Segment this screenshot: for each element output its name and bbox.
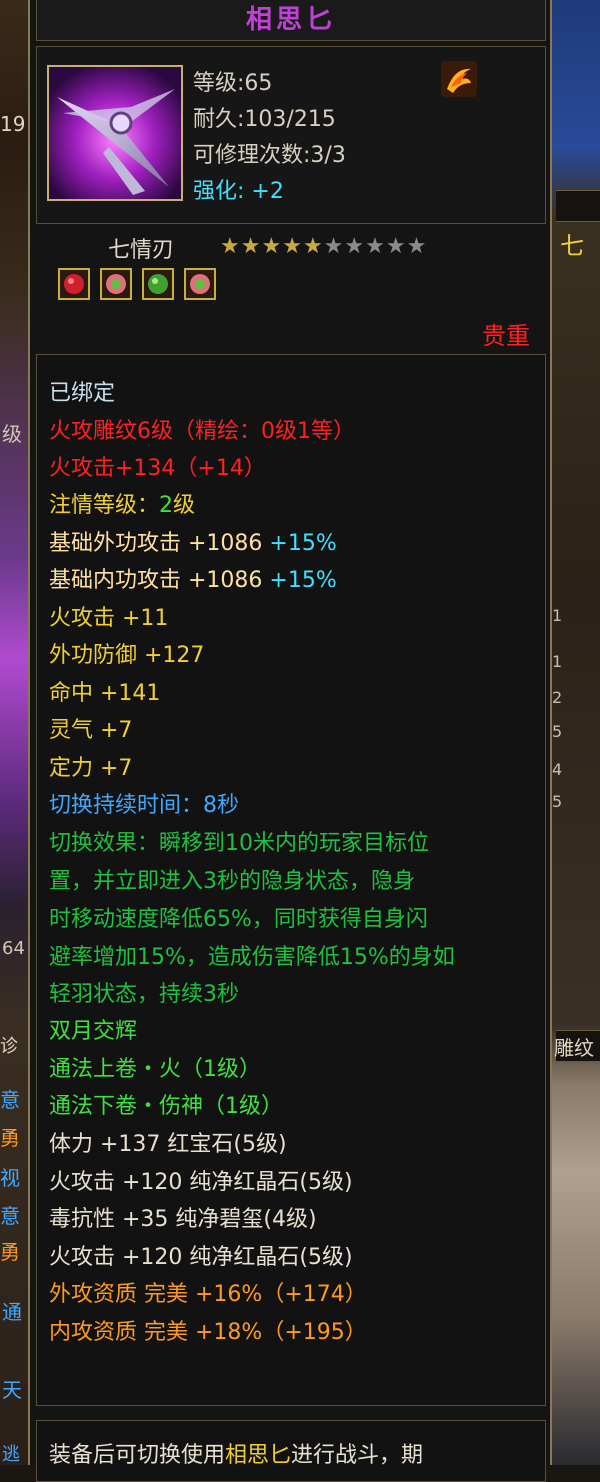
item-durability: 耐久:103/215 <box>193 107 336 132</box>
star-empty-icon: ★ <box>406 234 428 259</box>
background-right-text: 5 <box>552 722 563 741</box>
description-item-name: 相思匕 <box>225 1443 292 1468</box>
gem-line: 火攻击 +120 纯净红晶石(5级) <box>49 1245 353 1270</box>
attribute-label: 基础内功攻击 +1086 <box>49 568 270 593</box>
star-empty-icon: ★ <box>365 234 386 259</box>
item-enhance: 强化: +2 <box>193 173 284 205</box>
background-left-text: 勇 <box>0 1240 20 1264</box>
background-left-text: 意 <box>0 1204 20 1228</box>
star-filled-icon: ★ <box>282 234 303 259</box>
switch-effect-line: 避率增加15%，造成伤害降低15%的身如 <box>49 945 455 970</box>
attribute-line: 火攻击 +11 <box>49 606 169 631</box>
background-left-text: 天 <box>2 1378 22 1402</box>
item-level: 等级:65 <box>193 71 273 96</box>
gem-line: 体力 +137 红宝石(5级) <box>49 1132 287 1157</box>
background-right-strip <box>556 190 600 222</box>
star-filled-icon: ★ <box>261 234 283 259</box>
attribute-line: 命中 +141 <box>49 681 161 706</box>
attribute-bonus: +15% <box>269 568 337 593</box>
aptitude-line: 外攻资质 完美 +16%（+174） <box>49 1282 367 1307</box>
description-text: 装备后可切换使用 <box>49 1443 226 1468</box>
item-repair-count: 可修理次数:3/3 <box>193 143 346 168</box>
item-description: 装备后可切换使用相思匕进行战斗，期 <box>36 1420 546 1482</box>
background-left-text: 通 <box>2 1300 22 1324</box>
item-attributes: 已绑定 火攻雕纹6级（精绘：0级1等） 火攻击+134（+14） 注情等级：2级… <box>36 354 546 1406</box>
enhance-label: 强化: <box>193 179 245 204</box>
star-filled-icon: ★ <box>302 234 324 259</box>
background-left-text: 逃 <box>2 1444 20 1465</box>
pink-gem-icon[interactable] <box>100 268 132 300</box>
enhance-value: +2 <box>251 179 284 204</box>
item-title: 相思匕 <box>36 0 546 41</box>
background-left-text: 视 <box>0 1166 20 1190</box>
background-right-text: 雕纹 <box>554 1036 594 1060</box>
background-left-text: 级 <box>2 422 22 446</box>
background-left-text: 19 <box>0 112 26 136</box>
star-rating: ★★★★★★★★★★ <box>220 234 427 259</box>
attribute-line: 定力 +7 <box>49 756 133 781</box>
attribute-line: 基础内功攻击 +1086 +15% <box>49 564 337 598</box>
attribute-line: 注情等级：2级 <box>49 489 195 523</box>
attribute-line: 基础外功攻击 +1086 +15% <box>49 527 337 561</box>
attribute-line: 外功防御 +127 <box>49 643 205 668</box>
skill-line: 通法上卷・火（1级） <box>49 1057 261 1082</box>
background-right-text: 七 <box>560 232 584 260</box>
switch-effect-line: 轻羽状态，持续3秒 <box>49 982 239 1007</box>
switch-effect-line: 时移动速度降低65%，同时获得自身闪 <box>49 907 428 932</box>
description-line: 装备后可切换使用相思匕进行战斗，期 <box>49 1439 423 1473</box>
star-empty-icon: ★ <box>323 234 345 259</box>
attribute-label: 基础外功攻击 +1086 <box>49 531 270 556</box>
background-right-text: 4 <box>552 760 563 779</box>
green-gem-icon[interactable] <box>142 268 174 300</box>
switch-effect-line: 置，并立即进入3秒的隐身状态，隐身 <box>49 869 415 894</box>
fire-element-icon <box>441 61 477 97</box>
background-left-text: 意 <box>0 1088 20 1112</box>
aptitude-line: 内攻资质 完美 +18%（+195） <box>49 1320 367 1345</box>
description-text: 进行战斗，期 <box>291 1443 424 1468</box>
bound-status: 已绑定 <box>49 381 116 406</box>
rarity-label: 贵重 <box>482 322 530 350</box>
background-left-text: 诊 <box>0 1036 18 1057</box>
red-gem-icon[interactable] <box>58 268 90 300</box>
background-right-text: 1 <box>552 606 563 625</box>
background-left-text: 64 <box>2 938 25 959</box>
item-sub-section: 七情刃 ★★★★★★★★★★ 贵重 <box>36 224 544 350</box>
background-right-text: 2 <box>552 688 563 707</box>
background-right-text: 5 <box>552 792 563 811</box>
switch-effect-line: 切换效果：瞬移到10米内的玩家目标位 <box>49 831 429 856</box>
pink-gem-icon[interactable] <box>184 268 216 300</box>
star-empty-icon: ★ <box>344 234 366 259</box>
background-left-text: 勇 <box>0 1126 20 1150</box>
skill-line: 通法下卷・伤神（1级） <box>49 1094 283 1119</box>
item-header: 等级:65 耐久:103/215 可修理次数:3/3 强化: +2 <box>36 46 546 224</box>
attribute-value: 2 <box>159 493 174 518</box>
attribute-line: 火攻击+134（+14） <box>49 456 266 481</box>
star-empty-icon: ★ <box>385 234 407 259</box>
star-filled-icon: ★ <box>220 234 241 259</box>
switch-duration: 切换持续时间：8秒 <box>49 793 239 818</box>
attribute-unit: 级 <box>173 493 196 518</box>
gem-line: 火攻击 +120 纯净红晶石(5级) <box>49 1170 353 1195</box>
gem-line: 毒抗性 +35 纯净碧玺(4级) <box>49 1207 317 1232</box>
item-sub-name: 七情刃 <box>108 238 175 263</box>
item-tooltip-panel: 相思匕 等级:65 耐久:103/215 可修理次数:3/3 强化: +2 七情… <box>28 0 552 1482</box>
attribute-line: 灵气 +7 <box>49 718 133 743</box>
attribute-label: 注情等级： <box>49 493 160 518</box>
set-name: 双月交辉 <box>49 1019 138 1044</box>
star-filled-icon: ★ <box>240 234 262 259</box>
dagger-item-icon[interactable] <box>47 65 183 201</box>
attribute-line: 火攻雕纹6级（精绘：0级1等） <box>49 419 355 444</box>
attribute-bonus: +15% <box>269 531 337 556</box>
background-right-text: 1 <box>552 652 563 671</box>
